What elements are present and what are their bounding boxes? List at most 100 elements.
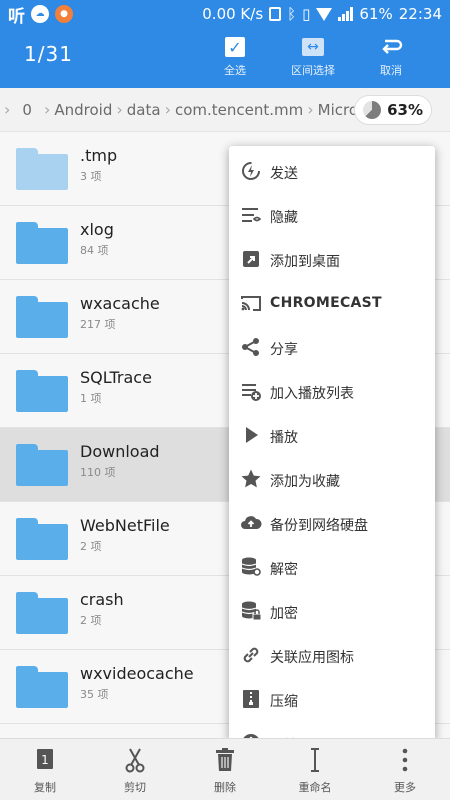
storage-percent: 63% — [387, 101, 423, 119]
check-square-icon: ✓ — [225, 37, 245, 57]
menu-item-chromecast[interactable]: CHROMECAST — [229, 282, 435, 326]
menu-item-hide[interactable]: 隐藏 — [229, 194, 435, 238]
menu-item-label: 添加为收藏 — [270, 474, 340, 490]
folder-icon — [16, 666, 68, 708]
add-to-desktop-icon — [240, 248, 262, 270]
selection-bar: 1/31 ✓ 全选 ↔ 区间选择 取消 — [0, 28, 450, 88]
range-select-icon: ↔ — [302, 38, 324, 56]
cut-button[interactable]: 剪切 — [90, 739, 180, 800]
menu-item-label: 解密 — [270, 562, 298, 578]
status-bar: 听 ☁ ● 0.00 K/s ᛒ ▯ 61% 22:34 — [0, 0, 450, 28]
file-name: wxacache — [80, 294, 160, 313]
menu-item-cloud-backup[interactable]: 备份到网络硬盘 — [229, 502, 435, 546]
file-name: SQLTrace — [80, 368, 152, 387]
cloud-notification-icon: ☁ — [31, 5, 49, 23]
clock: 22:34 — [398, 5, 442, 23]
cloud-upload-icon — [240, 512, 262, 534]
context-menu: 发送 隐藏 添加到桌面 CHROMECAST 分享 加入播放列表 播放 添加为收… — [229, 146, 435, 742]
folder-icon — [16, 222, 68, 264]
breadcrumb-item-root[interactable]: 0 — [10, 101, 44, 119]
delete-label: 删除 — [214, 781, 236, 794]
return-icon — [382, 39, 403, 54]
trash-icon — [213, 747, 237, 773]
menu-item-label: 加密 — [270, 606, 298, 622]
storage-usage-badge[interactable]: 63% — [354, 95, 432, 125]
more-label: 更多 — [394, 781, 416, 794]
menu-item-compress[interactable]: 压缩 — [229, 678, 435, 722]
breadcrumb-item-data[interactable]: data — [123, 101, 165, 119]
menu-item-label: 压缩 — [270, 694, 298, 710]
menu-item-label: 分享 — [270, 342, 298, 358]
file-name: crash — [80, 590, 124, 609]
file-item-count: 2 项 — [80, 540, 102, 553]
menu-item-label: 关联应用图标 — [270, 650, 354, 666]
play-icon — [240, 424, 262, 446]
more-button[interactable]: 更多 — [360, 739, 450, 800]
copy-icon: 1 — [33, 747, 57, 773]
range-select-button[interactable]: ↔ 区间选择 — [274, 32, 352, 78]
battery-level: 61% — [359, 5, 393, 23]
file-item-count: 84 项 — [80, 244, 109, 257]
star-icon — [240, 468, 262, 490]
file-name: Download — [80, 442, 160, 461]
network-speed: 0.00 K/s — [202, 5, 264, 23]
menu-item-decrypt[interactable]: 解密 — [229, 546, 435, 590]
compress-icon — [240, 688, 262, 710]
range-select-label: 区间选择 — [291, 64, 335, 77]
breadcrumb: › 0 › Android › data › com.tencent.mm › … — [0, 88, 450, 132]
bluetooth-icon: ᛒ — [287, 5, 297, 23]
file-name: WebNetFile — [80, 516, 170, 535]
file-item-count: 3 项 — [80, 170, 102, 183]
copy-button[interactable]: 1 复制 — [0, 739, 90, 800]
file-item-count: 35 项 — [80, 688, 109, 701]
menu-item-label: 隐藏 — [270, 210, 298, 226]
menu-item-share[interactable]: 分享 — [229, 326, 435, 370]
menu-item-play[interactable]: 播放 — [229, 414, 435, 458]
cancel-button[interactable]: 取消 — [352, 32, 430, 78]
cast-icon — [240, 292, 262, 314]
send-icon — [240, 160, 262, 182]
top-bar: 听 ☁ ● 0.00 K/s ᛒ ▯ 61% 22:34 1/31 ✓ 全选 ↔… — [0, 0, 450, 88]
app-notification-icon: 听 — [8, 6, 25, 27]
phone-icon — [269, 7, 282, 21]
encrypt-icon — [240, 600, 262, 622]
pie-chart-icon — [363, 101, 382, 119]
wifi-icon — [316, 7, 333, 21]
folder-icon — [16, 148, 68, 190]
menu-item-favorite[interactable]: 添加为收藏 — [229, 458, 435, 502]
breadcrumb-item-android[interactable]: Android — [50, 101, 116, 119]
folder-icon — [16, 296, 68, 338]
orange-app-icon: ● — [55, 5, 73, 23]
file-item-count: 217 项 — [80, 318, 116, 331]
menu-item-label: 播放 — [270, 430, 298, 446]
decrypt-icon — [240, 556, 262, 578]
bottom-toolbar: 1 复制 剪切 删除 重命名 更多 — [0, 738, 450, 800]
menu-item-associate-app-icon[interactable]: 关联应用图标 — [229, 634, 435, 678]
menu-item-label: 备份到网络硬盘 — [270, 518, 368, 534]
folder-icon — [16, 370, 68, 412]
folder-icon — [16, 518, 68, 560]
scissors-icon — [123, 747, 147, 773]
select-all-button[interactable]: ✓ 全选 — [196, 32, 274, 78]
menu-item-encrypt[interactable]: 加密 — [229, 590, 435, 634]
file-name: wxvideocache — [80, 664, 194, 683]
copy-label: 复制 — [34, 781, 56, 794]
breadcrumb-item-package[interactable]: com.tencent.mm — [171, 101, 307, 119]
delete-button[interactable]: 删除 — [180, 739, 270, 800]
cut-label: 剪切 — [124, 781, 146, 794]
cancel-label: 取消 — [380, 64, 402, 77]
svg-text:1: 1 — [41, 753, 49, 767]
vibrate-icon: ▯ — [302, 5, 311, 23]
menu-item-add-playlist[interactable]: 加入播放列表 — [229, 370, 435, 414]
rename-label: 重命名 — [298, 781, 332, 794]
menu-item-label: 发送 — [270, 166, 298, 182]
rename-icon — [303, 747, 327, 773]
more-vert-icon — [393, 747, 417, 773]
rename-button[interactable]: 重命名 — [270, 739, 360, 800]
menu-item-send[interactable]: 发送 — [229, 150, 435, 194]
menu-item-add-to-desktop[interactable]: 添加到桌面 — [229, 238, 435, 282]
menu-item-label: 添加到桌面 — [270, 254, 340, 270]
file-name: .tmp — [80, 146, 118, 165]
selection-count: 1/31 — [24, 42, 73, 66]
add-playlist-icon — [240, 380, 262, 402]
